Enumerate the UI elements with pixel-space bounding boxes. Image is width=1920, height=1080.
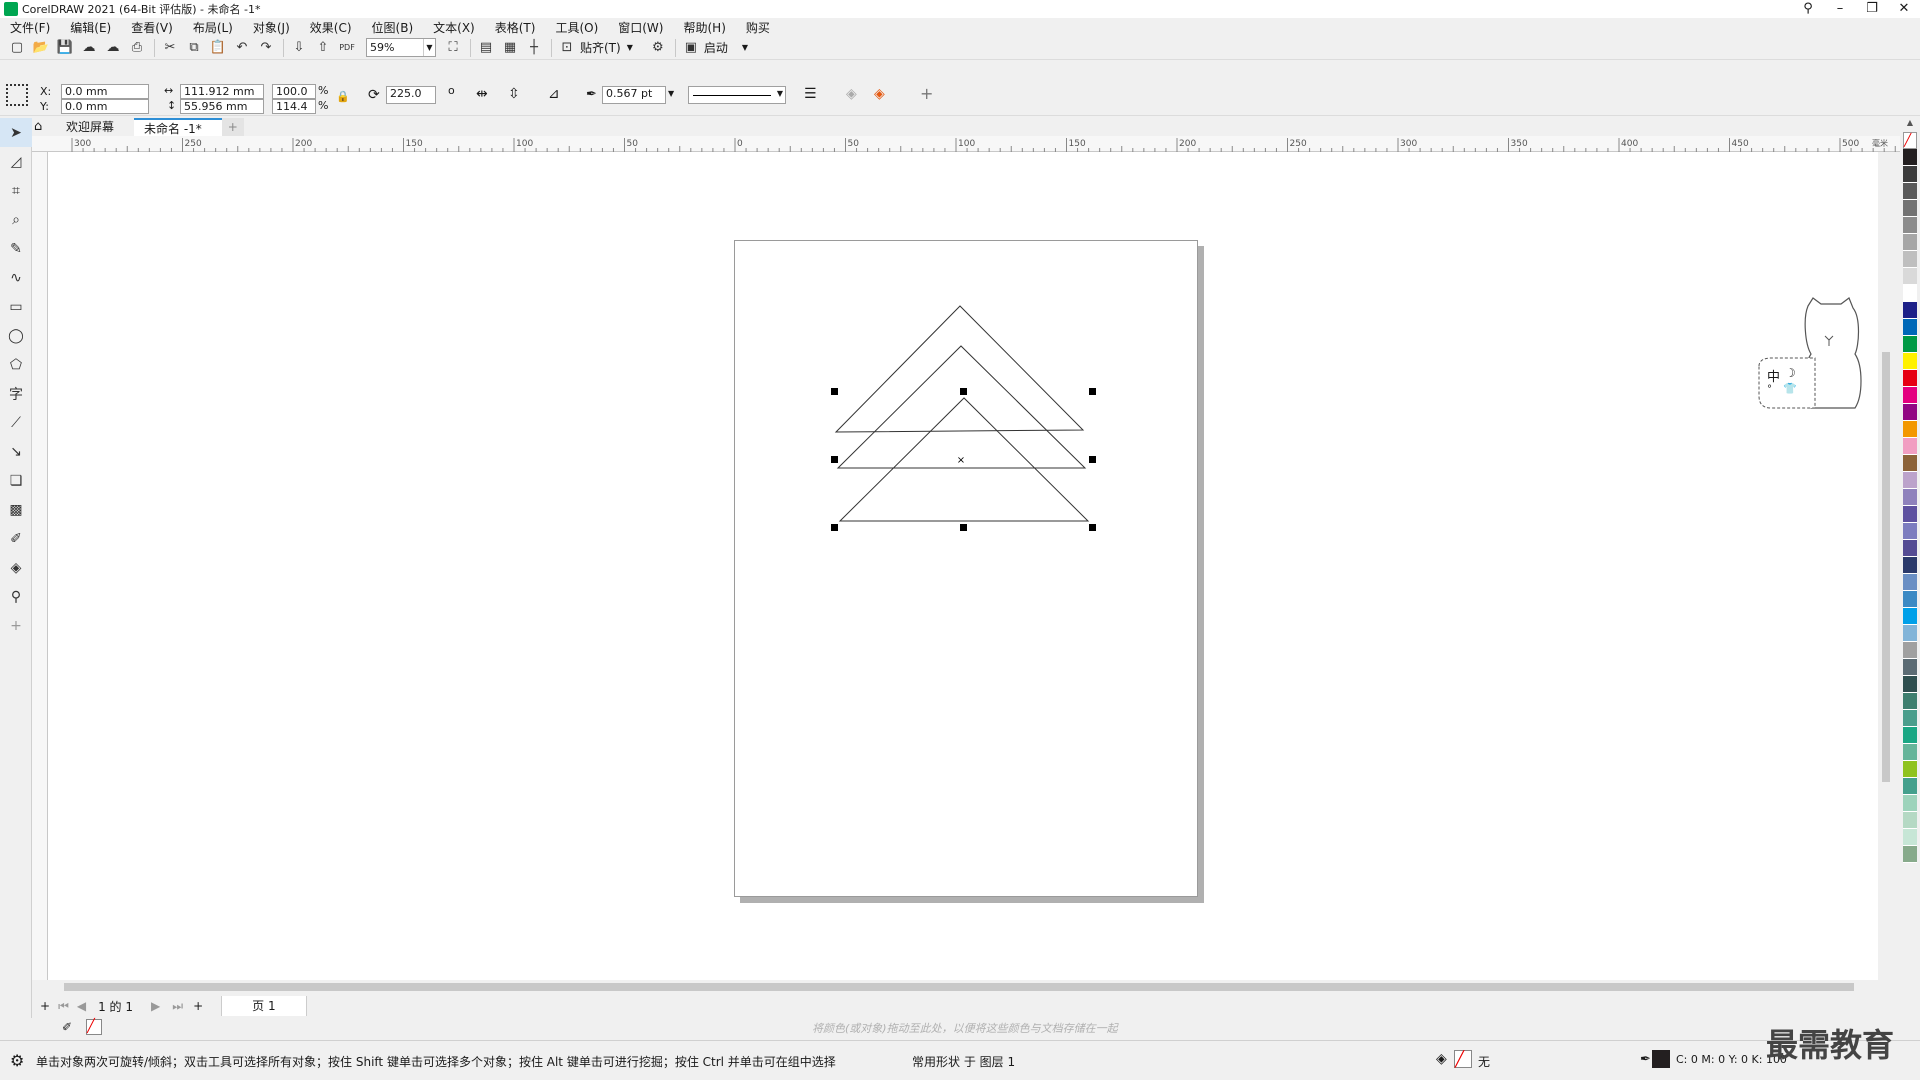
ime-widget[interactable]: 中 ☽ ° 👕 [1755, 296, 1881, 410]
status-bar: ⚙ 单击对象两次可旋转/倾斜；双击工具可选择所有对象；按住 Shift 键单击可… [0, 1040, 1920, 1080]
eyedropper-icon[interactable]: ✐ [62, 1020, 72, 1034]
color-swatch[interactable] [1903, 166, 1917, 183]
color-swatch[interactable] [1903, 285, 1917, 302]
document-palette-hint: 将颜色(或对象)拖动至此处，以便将这些颜色与文档存储在一起 [812, 1022, 1118, 1035]
color-swatch[interactable] [1903, 370, 1917, 387]
color-swatch[interactable] [1903, 200, 1917, 217]
selection-handle-right[interactable] [1089, 456, 1096, 463]
ime-shirt-icon[interactable]: 👕 [1783, 382, 1797, 395]
selection-handle-top-right[interactable] [1089, 388, 1096, 395]
selection-handle-bottom-right[interactable] [1089, 524, 1096, 531]
selection-handle-top-left[interactable] [831, 388, 838, 395]
color-swatch[interactable] [1903, 812, 1917, 829]
color-swatch[interactable] [1903, 302, 1917, 319]
color-swatch[interactable] [1903, 778, 1917, 795]
color-swatch[interactable] [1903, 557, 1917, 574]
color-swatch[interactable] [1903, 251, 1917, 268]
color-swatch[interactable] [1903, 846, 1917, 863]
add-page-before-button[interactable]: + [40, 999, 50, 1013]
color-swatch[interactable] [1903, 710, 1917, 727]
fill-value: 无 [1478, 1055, 1491, 1069]
page-navigator: + ⏮ ◀ 1 的 1 ▶ ⏭ + 页 1 [32, 996, 1900, 1016]
color-swatch[interactable] [1903, 795, 1917, 812]
color-swatch[interactable] [1903, 574, 1917, 591]
palette-scroll-up-icon[interactable]: ▲ [1900, 118, 1920, 132]
next-page-icon[interactable]: ▶ [151, 999, 160, 1013]
fill-none-swatch-icon: ╱ [1454, 1050, 1472, 1068]
color-swatch[interactable] [1903, 234, 1917, 251]
selection-handle-left[interactable] [831, 456, 838, 463]
color-swatch[interactable] [1903, 625, 1917, 642]
horizontal-scroll-thumb[interactable] [64, 983, 1854, 991]
watermark: 最需教育 [1766, 1026, 1895, 1064]
color-swatch[interactable] [1903, 421, 1917, 438]
horizontal-scrollbar[interactable] [48, 980, 1878, 994]
color-swatch[interactable] [1903, 676, 1917, 693]
status-gear-icon[interactable]: ⚙ [10, 1051, 24, 1070]
color-swatch[interactable] [1903, 438, 1917, 455]
color-swatch[interactable] [1903, 472, 1917, 489]
status-object-layer: 常用形状 于 图层 1 [912, 1055, 1016, 1069]
selection-handle-top[interactable] [960, 388, 967, 395]
color-swatch[interactable] [1903, 744, 1917, 761]
vertical-scrollbar[interactable] [1878, 152, 1894, 980]
page-tab[interactable]: 页 1 [221, 996, 307, 1016]
color-swatch[interactable] [1903, 149, 1917, 166]
ime-moon-icon: ☽ [1785, 366, 1796, 380]
color-swatch[interactable] [1903, 642, 1917, 659]
color-swatch[interactable] [1903, 387, 1917, 404]
previous-page-icon[interactable]: ◀ [77, 999, 86, 1013]
selection-handle-bottom-left[interactable] [831, 524, 838, 531]
outline-color-swatch [1652, 1050, 1670, 1068]
swatch-list [1900, 149, 1920, 863]
fill-bucket-icon: ◈ [1436, 1051, 1447, 1067]
selection-center-icon: × [957, 455, 965, 466]
color-swatch[interactable] [1903, 489, 1917, 506]
triangle-top[interactable] [834, 305, 1085, 433]
color-swatch[interactable] [1903, 404, 1917, 421]
page-counter: 1 的 1 [98, 999, 134, 1014]
triangle-middle[interactable] [836, 345, 1087, 469]
color-swatch[interactable] [1903, 217, 1917, 234]
ime-mode-label: 中 [1767, 370, 1781, 385]
vertical-scroll-thumb[interactable] [1882, 352, 1890, 782]
color-swatch[interactable] [1903, 591, 1917, 608]
selection-handle-bottom[interactable] [960, 524, 967, 531]
color-swatch[interactable] [1903, 659, 1917, 676]
color-swatch[interactable] [1903, 506, 1917, 523]
triangles-artwork[interactable]: × [0, 0, 1920, 1080]
color-swatch[interactable] [1903, 761, 1917, 778]
color-swatch[interactable] [1903, 693, 1917, 710]
color-swatch[interactable] [1903, 336, 1917, 353]
color-swatch[interactable] [1903, 353, 1917, 370]
color-swatch[interactable] [1903, 829, 1917, 846]
color-swatch[interactable] [1903, 727, 1917, 744]
first-page-icon[interactable]: ⏮ [58, 999, 69, 1014]
color-swatch[interactable] [1903, 455, 1917, 472]
color-swatch[interactable] [1903, 523, 1917, 540]
document-palette[interactable]: ✐ ╱ 将颜色(或对象)拖动至此处，以便将这些颜色与文档存储在一起 [32, 1018, 1900, 1036]
color-palette: ▲ ╱ [1900, 118, 1920, 1018]
color-swatch[interactable] [1903, 540, 1917, 557]
color-swatch[interactable] [1903, 608, 1917, 625]
color-swatch[interactable] [1903, 268, 1917, 285]
cat-mascot-icon [1758, 297, 1862, 409]
color-swatch[interactable] [1903, 319, 1917, 336]
last-page-icon[interactable]: ⏭ [172, 999, 183, 1014]
color-swatch[interactable] [1903, 183, 1917, 200]
no-color-swatch-icon[interactable]: ╱ [86, 1019, 102, 1035]
outline-pen-icon: ✒ [1640, 1052, 1651, 1067]
status-message: 单击对象两次可旋转/倾斜；双击工具可选择所有对象；按住 Shift 键单击可选择… [36, 1055, 836, 1069]
ime-settings-icon[interactable]: ° [1767, 384, 1772, 395]
no-color-swatch[interactable]: ╱ [1903, 132, 1917, 149]
add-page-after-button[interactable]: + [193, 999, 203, 1013]
